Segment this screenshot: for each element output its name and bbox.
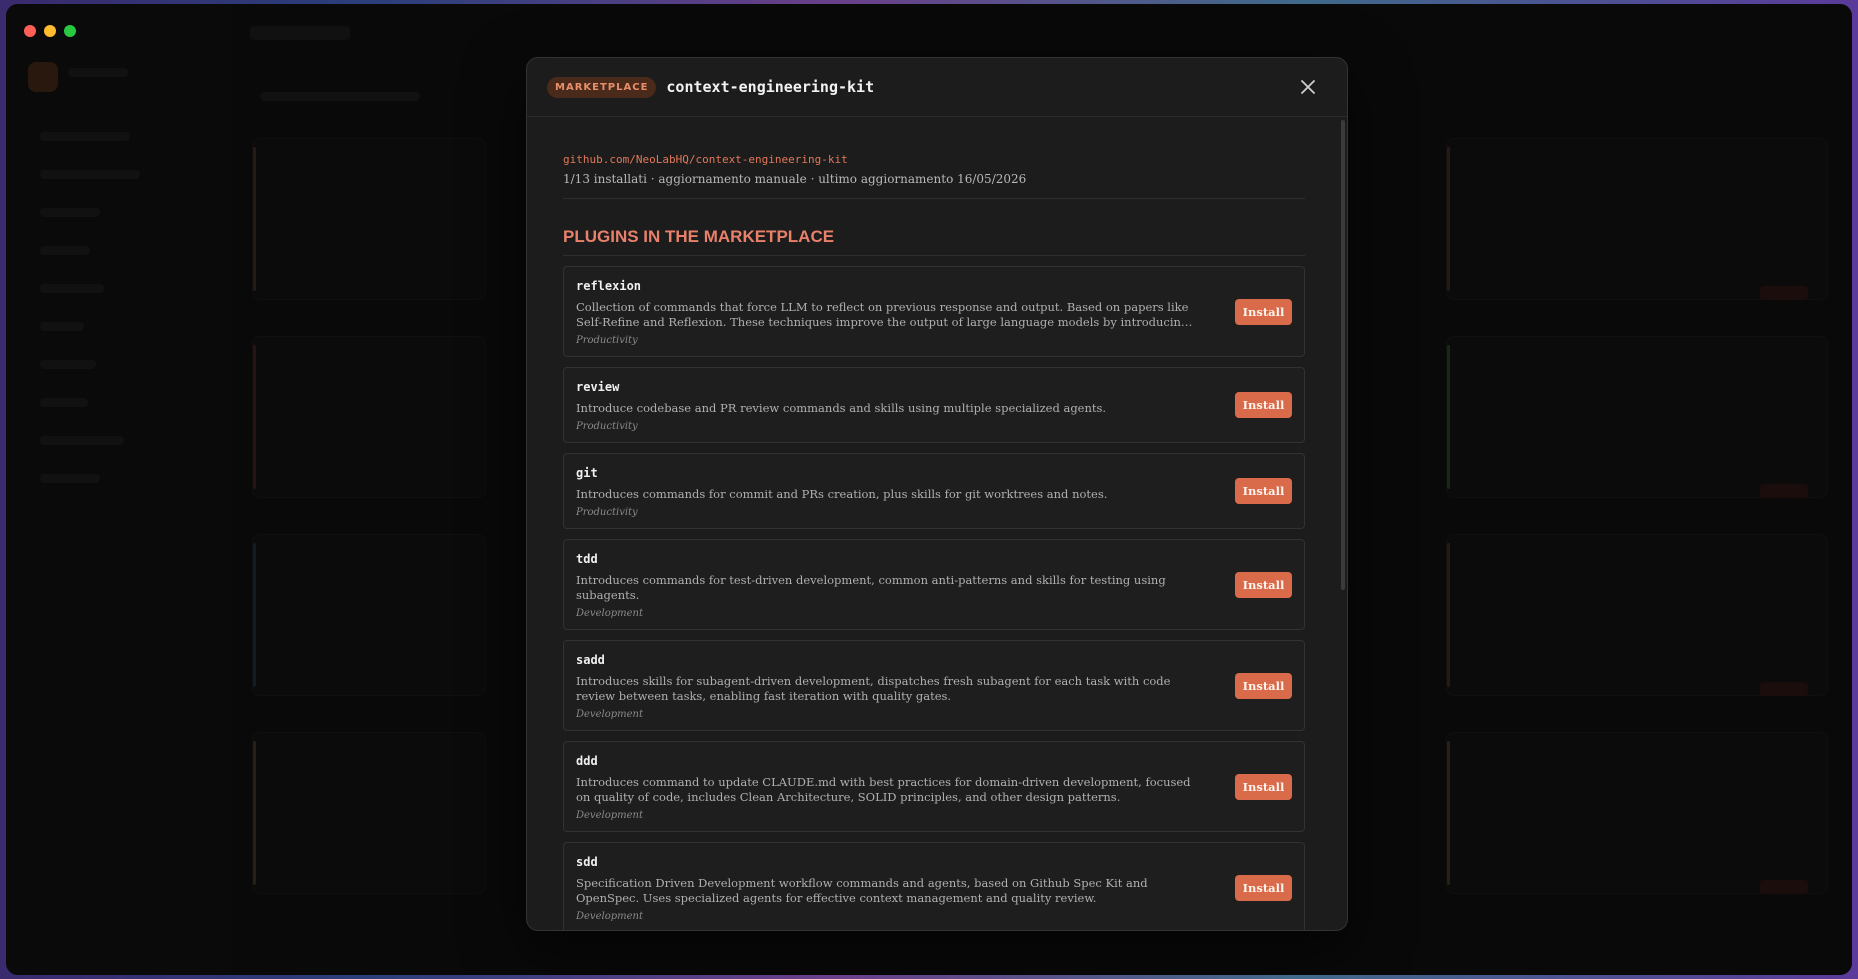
plugin-category: Development [576, 810, 643, 821]
plugin-name: sadd [576, 653, 605, 667]
install-button[interactable]: Install [1235, 478, 1292, 504]
plugin-description: Introduce codebase and PR review command… [576, 401, 1107, 415]
install-button[interactable]: Install [1235, 874, 1292, 901]
install-button[interactable]: Install [1235, 571, 1292, 598]
close-icon[interactable] [1299, 78, 1317, 96]
plugin-category: Development [576, 911, 643, 922]
plugin-category: Productivity [576, 507, 638, 518]
repo-link[interactable]: github.com/NeoLabHQ/context-engineering-… [563, 153, 1305, 166]
marketplace-modal: MARKETPLACE context-engineering-kit gith… [526, 57, 1348, 931]
close-window-button[interactable] [24, 25, 36, 37]
app-window: MARKETPLACE context-engineering-kit gith… [6, 4, 1852, 975]
plugin-card: ddd Introduces command to update CLAUDE.m… [563, 741, 1305, 832]
plugin-description: Introduces commands for commit and PRs c… [576, 487, 1108, 501]
divider [563, 198, 1305, 199]
plugin-card: review Introduce codebase and PR review c… [563, 367, 1305, 443]
plugin-list: reflexion Collection of commands that for… [563, 266, 1305, 930]
plugin-name: git [576, 466, 598, 480]
plugin-name: sdd [576, 855, 598, 869]
plugin-category: Productivity [576, 421, 638, 432]
modal-header: MARKETPLACE context-engineering-kit [527, 58, 1347, 117]
plugin-name: reflexion [576, 279, 642, 293]
plugin-name: tdd [576, 552, 598, 566]
install-button[interactable]: Install [1235, 392, 1292, 418]
plugin-category: Productivity [576, 335, 638, 346]
install-button[interactable]: Install [1235, 672, 1292, 699]
plugin-description: Introduces command to update CLAUDE.md w… [576, 775, 1191, 804]
plugin-description: Specification Driven Development workflo… [576, 876, 1148, 905]
install-button[interactable]: Install [1235, 773, 1292, 800]
install-button[interactable]: Install [1235, 298, 1292, 325]
plugin-card: tdd Introduces commands for test-driven d… [563, 539, 1305, 630]
plugin-description: Introduces commands for test-driven deve… [576, 573, 1166, 602]
plugin-category: Development [576, 709, 643, 720]
marketplace-meta: 1/13 installati · aggiornamento manuale … [563, 172, 1027, 186]
plugin-description: Collection of commands that force LLM to… [576, 300, 1189, 329]
plugin-name: review [576, 380, 620, 394]
window-controls [24, 25, 76, 37]
modal-title: context-engineering-kit [666, 78, 875, 96]
plugin-card: git Introduces commands for commit and PR… [563, 453, 1305, 529]
section-title: PLUGINS IN THE MARKETPLACE [563, 227, 1305, 256]
modal-body: github.com/NeoLabHQ/context-engineering-… [527, 117, 1347, 930]
plugin-card: sadd Introduces skills for subagent-drive… [563, 640, 1305, 731]
maximize-window-button[interactable] [64, 25, 76, 37]
minimize-window-button[interactable] [44, 25, 56, 37]
marketplace-badge: MARKETPLACE [547, 76, 657, 98]
plugin-name: ddd [576, 754, 598, 768]
plugin-category: Development [576, 608, 643, 619]
plugin-card: sdd Specification Driven Development work… [563, 842, 1305, 930]
plugin-card: reflexion Collection of commands that for… [563, 266, 1305, 357]
plugin-description: Introduces skills for subagent-driven de… [576, 674, 1171, 703]
